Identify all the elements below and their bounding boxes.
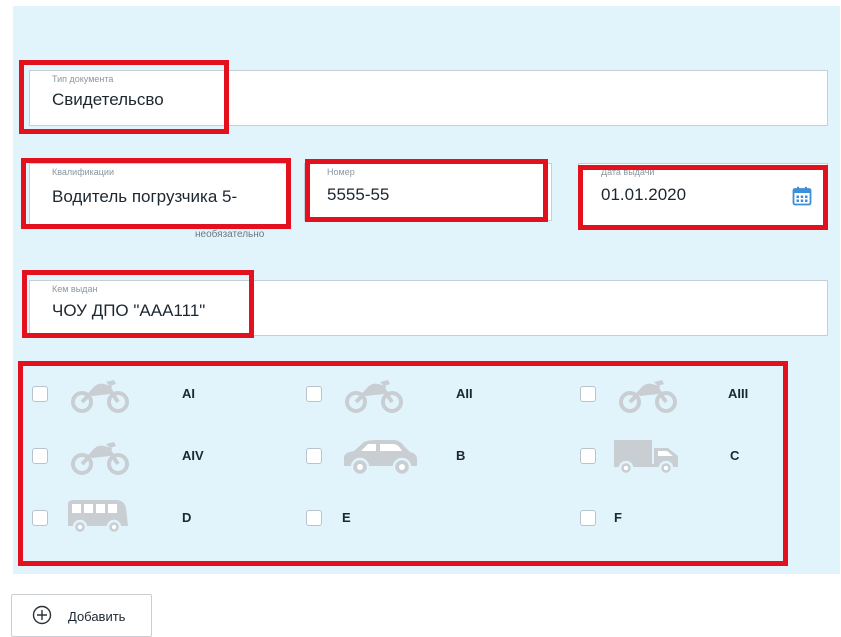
category-ai-checkbox[interactable] bbox=[32, 386, 48, 402]
category-d[interactable]: D bbox=[32, 498, 262, 538]
category-e-label: E bbox=[342, 510, 351, 525]
plus-circle-icon bbox=[32, 605, 52, 625]
category-f-label: F bbox=[614, 510, 622, 525]
doc-type-value: Свидетельсво bbox=[52, 90, 164, 109]
qualification-label: Квалификации bbox=[52, 167, 114, 177]
motorcycle-icon bbox=[70, 438, 134, 476]
category-aii-label: AII bbox=[456, 386, 473, 401]
category-f[interactable]: F bbox=[580, 498, 780, 538]
category-c-label: C bbox=[730, 448, 740, 463]
issued-by-field[interactable]: Кем выдан ЧОУ ДПО "ААА111" bbox=[29, 280, 828, 336]
add-button-label: Добавить bbox=[68, 609, 126, 624]
issue-date-value: 01.01.2020 bbox=[601, 185, 687, 204]
add-button[interactable]: Добавить bbox=[11, 594, 152, 637]
truck-icon bbox=[612, 438, 682, 476]
motorcycle-icon bbox=[344, 376, 408, 414]
issued-by-label: Кем выдан bbox=[52, 284, 98, 294]
calendar-icon[interactable] bbox=[792, 186, 812, 206]
category-aiv-checkbox[interactable] bbox=[32, 448, 48, 464]
bus-icon bbox=[66, 498, 130, 536]
motorcycle-icon bbox=[618, 376, 682, 414]
issue-date-field[interactable]: Дата выдачи 01.01.2020 bbox=[578, 163, 828, 226]
category-aiii-checkbox[interactable] bbox=[580, 386, 596, 402]
number-label: Номер bbox=[327, 167, 355, 177]
category-b-label: B bbox=[456, 448, 466, 463]
category-f-checkbox[interactable] bbox=[580, 510, 596, 526]
number-field[interactable]: Номер 5555-55 bbox=[304, 163, 552, 221]
issued-by-value: ЧОУ ДПО "ААА111" bbox=[52, 301, 206, 320]
category-aiv[interactable]: AIV bbox=[32, 436, 262, 476]
issue-date-label: Дата выдачи bbox=[601, 167, 655, 177]
optional-hint: необязательно bbox=[195, 229, 265, 240]
category-aiv-label: AIV bbox=[182, 448, 204, 463]
category-c[interactable]: C bbox=[580, 436, 780, 476]
category-aiii[interactable]: AIII bbox=[580, 374, 780, 414]
motorcycle-icon bbox=[70, 376, 134, 414]
category-aiii-label: AIII bbox=[728, 386, 749, 401]
category-d-label: D bbox=[182, 510, 192, 525]
category-ai-label: AI bbox=[182, 386, 195, 401]
category-e-checkbox[interactable] bbox=[306, 510, 322, 526]
category-b-checkbox[interactable] bbox=[306, 448, 322, 464]
category-e[interactable]: E bbox=[306, 498, 536, 538]
car-icon bbox=[340, 438, 420, 477]
category-d-checkbox[interactable] bbox=[32, 510, 48, 526]
category-b[interactable]: B bbox=[306, 436, 536, 477]
number-value: 5555-55 bbox=[327, 185, 390, 204]
doc-type-label: Тип документа bbox=[52, 74, 114, 84]
category-c-checkbox[interactable] bbox=[580, 448, 596, 464]
category-aii-checkbox[interactable] bbox=[306, 386, 322, 402]
qualification-field[interactable]: Квалификации Водитель погрузчика 5- bbox=[29, 163, 290, 226]
category-aii[interactable]: AII bbox=[306, 374, 536, 414]
doc-type-field[interactable]: Тип документа Свидетельсво bbox=[29, 70, 828, 126]
category-ai[interactable]: AI bbox=[32, 374, 262, 414]
qualification-value: Водитель погрузчика 5- bbox=[52, 187, 238, 206]
